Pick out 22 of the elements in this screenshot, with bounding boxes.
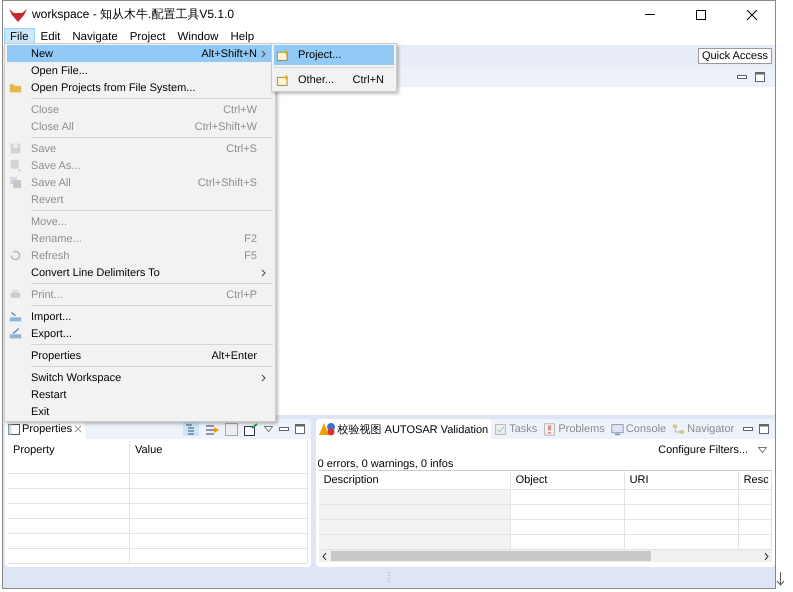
configure-filters-link[interactable]: Configure Filters... <box>658 444 748 456</box>
menu-item[interactable]: Open Projects from File System... <box>7 79 273 96</box>
menu-item[interactable]: New Alt+Shift+N <box>7 45 273 62</box>
menu-item[interactable]: Project <box>124 28 172 45</box>
menu-item[interactable]: Properties Alt+Enter <box>7 347 273 364</box>
menu-item[interactable]: Edit <box>34 28 66 45</box>
menu-item[interactable]: Project... <box>274 45 394 65</box>
menu-item[interactable]: Navigate <box>66 28 124 45</box>
window-title: workspace - 知从木牛.配置工具V5.1.0 <box>32 6 236 23</box>
validation-summary: 0 errors, 0 warnings, 0 infos <box>316 458 454 470</box>
menu-item[interactable]: Open File... <box>7 62 273 79</box>
menu-item[interactable]: Import... <box>7 308 273 325</box>
menu-item[interactable]: Restart <box>7 386 273 403</box>
menu-item[interactable]: Window <box>172 28 224 45</box>
menu-item[interactable]: Convert Line Delimiters To <box>7 264 273 281</box>
menu-item[interactable]: Other... Ctrl+N <box>274 70 394 90</box>
menu-item[interactable]: Exit <box>7 403 273 420</box>
quick-access-field[interactable]: Quick Access <box>698 48 772 64</box>
view-tab[interactable]: 校验视图 AUTOSAR Validation <box>316 419 492 439</box>
menu-item[interactable]: Export... <box>7 325 273 342</box>
menu-item[interactable]: Switch Workspace <box>7 369 273 386</box>
menu-item[interactable]: Help <box>224 28 260 45</box>
